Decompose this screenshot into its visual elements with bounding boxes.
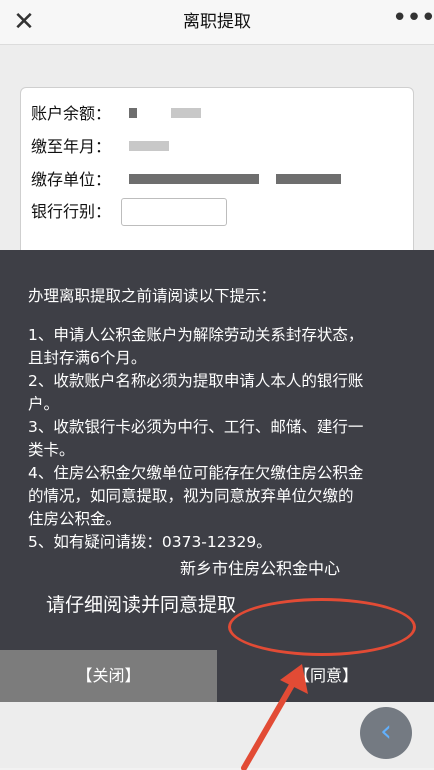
tip-line: 4、住房公积金欠缴单位可能存在欠缴住房公积金 [28, 464, 364, 482]
dialog-heading: 办理离职提取之前请阅读以下提示： [28, 287, 277, 305]
balance-value-masked [129, 108, 137, 118]
dialog-prompt: 请仔细阅读并同意提取 [46, 594, 237, 616]
page-content: 账户余额： 缴至年月： 缴存单位： 银行行别： 办理离职提取之前请阅读以下提示：… [0, 45, 434, 768]
tip-line: 5、如有疑问请拨：0373-12329。 [28, 533, 272, 551]
page-title: 离职提取 [183, 12, 251, 32]
tip-line: 3、收款银行卡必须为中行、工行、邮储、建行一 [28, 418, 364, 436]
employer-label: 缴存单位： [31, 170, 112, 189]
highlight-ring [228, 598, 416, 656]
tip-line: 的情况，如同意提取，视为同意放弃单位欠缴的 [28, 487, 354, 505]
dialog-buttons: 【关闭】 【同意】 [0, 650, 434, 702]
tip-line: 住房公积金。 [28, 510, 122, 528]
more-icon[interactable]: ••• [392, 5, 434, 38]
paid-until-value-masked [129, 141, 169, 151]
tip-line: 类卡。 [28, 441, 75, 459]
bank-label: 银行行别： [31, 202, 112, 221]
paid-until-label: 缴至年月： [31, 137, 112, 156]
balance-label: 账户余额： [31, 104, 112, 123]
pointer-arrow-icon [241, 664, 308, 770]
bank-select[interactable] [121, 198, 227, 226]
organization-name: 新乡市住房公积金中心 [180, 559, 341, 578]
balance-value-masked-2 [171, 108, 201, 118]
top-bar: ✕ 离职提取 ••• [0, 0, 434, 45]
tips-list: 1、申请人公积金账户为解除劳动关系封存状态， 且封存满6个月。 2、收款账户名称… [28, 324, 408, 554]
tip-line: 户。 [28, 395, 60, 413]
tip-line: 2、收款账户名称必须为提取申请人本人的银行账 [28, 372, 364, 390]
chevron-left-icon: ‹ [380, 714, 392, 749]
close-button[interactable]: 【关闭】 [0, 650, 217, 702]
employer-value-masked-2 [276, 174, 341, 184]
tip-line: 1、申请人公积金账户为解除劳动关系封存状态， [28, 326, 364, 344]
employer-value-masked [129, 174, 259, 184]
back-button[interactable]: ‹ [360, 707, 412, 759]
tip-line: 且封存满6个月。 [28, 349, 147, 367]
